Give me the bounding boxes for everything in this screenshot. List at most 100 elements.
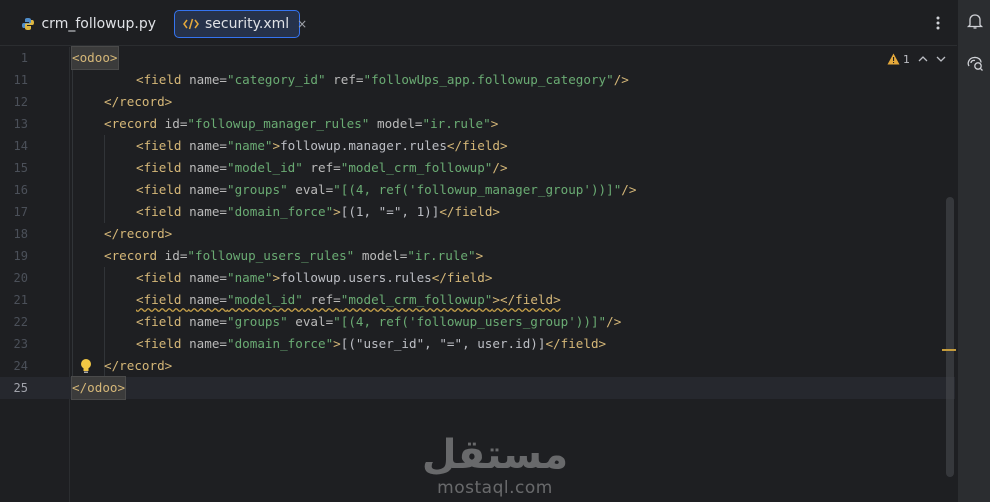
code-text: <odoo> (71, 46, 119, 70)
xml-attr-token: id= (164, 248, 188, 263)
xml-tag-token: > (272, 138, 281, 153)
xml-tag-token: <field (136, 182, 190, 197)
xml-value-token: "model_crm_followup" (340, 160, 493, 175)
code-text: <field name="groups" eval="[(4, ref('fol… (136, 179, 636, 201)
line-number[interactable]: 21 (0, 289, 28, 311)
xml-attr-token: name= (189, 182, 227, 197)
xml-value-token: "ir.rule" (407, 248, 476, 263)
line-number[interactable]: 1 (0, 47, 28, 69)
line-number[interactable]: 15 (0, 157, 28, 179)
code-text: <record id="followup_manager_rules" mode… (104, 113, 498, 135)
code-line[interactable]: 16 <field name="groups" eval="[(4, ref('f… (0, 179, 955, 201)
xml-tag-token: </odoo> (72, 380, 126, 395)
inspection-widget[interactable]: 1 (887, 51, 946, 67)
close-tab-icon[interactable]: × (297, 17, 307, 31)
watermark-latin-text: mostaql.com (437, 478, 553, 498)
code-line[interactable]: 11 <field name="category_id" ref="followU… (0, 69, 955, 91)
code-editor[interactable]: 1 <odoo> 11 <field name="category_id" ref="… (0, 46, 957, 502)
xml-attr-token: ref= (325, 72, 364, 87)
xml-tag-token: </field> (446, 138, 508, 153)
xml-tag-token: <field (136, 336, 190, 351)
xml-value-token: "followup_users_rules" (187, 248, 355, 263)
xml-attr-token: model= (369, 116, 423, 131)
xml-attr-token: name= (189, 138, 227, 153)
code-line[interactable]: 13 <record id="followup_manager_rules" mo… (0, 113, 955, 135)
scrollbar-thumb[interactable] (946, 197, 954, 477)
xml-tag-token: </field> (439, 204, 500, 219)
warning-triangle-icon (887, 53, 900, 65)
code-line[interactable]: 24 </record> (0, 355, 955, 377)
xml-tag-token: /> (606, 314, 622, 329)
code-line[interactable]: 14 <field name="name">followup.manager.ru… (0, 135, 955, 157)
code-text: <field name="model_id" ref="model_crm_fo… (136, 157, 508, 179)
code-text: </record> (104, 223, 172, 245)
line-number[interactable]: 20 (0, 267, 28, 289)
notifications-bell-icon[interactable] (966, 12, 984, 30)
code-line[interactable]: 15 <field name="model_id" ref="model_crm_… (0, 157, 955, 179)
lightbulb-intention-icon[interactable] (80, 358, 92, 374)
line-number[interactable]: 12 (0, 91, 28, 113)
xml-tag-token: > (272, 270, 281, 285)
code-text: <field name="category_id" ref="followUps… (136, 69, 629, 91)
code-text: <field name="model_id" ref="model_crm_fo… (136, 289, 561, 311)
line-number[interactable]: 18 (0, 223, 28, 245)
code-line[interactable]: 12 </record> (0, 91, 955, 113)
xml-tag-token: <record (104, 248, 165, 263)
xml-tag-token: </field> (431, 270, 493, 285)
xml-attr-token: id= (164, 116, 188, 131)
line-number[interactable]: 22 (0, 311, 28, 333)
code-line[interactable]: 20 <field name="name">followup.users.rule… (0, 267, 955, 289)
line-number[interactable]: 25 (0, 377, 28, 399)
xml-attr-token: name= (189, 72, 227, 87)
code-line[interactable]: 1 <odoo> (0, 46, 955, 70)
xml-attr-token: name= (189, 270, 227, 285)
xml-value-token: "groups" (227, 314, 288, 329)
code-text: <field name="name">followup.manager.rule… (136, 135, 508, 157)
code-line[interactable]: 18 </record> (0, 223, 955, 245)
editor-tab-bar: crm_followup.py security.xml × (0, 0, 957, 46)
code-line[interactable]: 19 <record id="followup_users_rules" mode… (0, 245, 955, 267)
code-text: <field name="groups" eval="[(4, ref('fol… (136, 311, 621, 333)
xml-tag-token: <field (136, 204, 190, 219)
line-number[interactable]: 19 (0, 245, 28, 267)
chevron-up-icon[interactable] (918, 53, 928, 66)
code-line[interactable]: 25 </odoo> (0, 376, 955, 400)
tab-security-xml[interactable]: security.xml × (174, 10, 307, 38)
xml-tag-token: > (333, 336, 341, 351)
line-number[interactable]: 17 (0, 201, 28, 223)
line-number[interactable]: 14 (0, 135, 28, 157)
ai-assistant-icon[interactable] (966, 54, 984, 72)
code-line[interactable]: 23 <field name="domain_force">[("user_id"… (0, 333, 955, 355)
xml-tag-token: <field (136, 270, 190, 285)
xml-tag-token: <odoo> (72, 50, 118, 65)
line-number[interactable]: 13 (0, 113, 28, 135)
xml-text-token: [("user_id", "=", user.id)] (340, 336, 546, 351)
xml-value-token: "followup_manager_rules" (187, 116, 370, 131)
xml-value-token: "category_id" (227, 72, 326, 87)
line-number[interactable]: 16 (0, 179, 28, 201)
warning-count[interactable]: 1 (887, 53, 910, 66)
xml-attr-token: model= (354, 248, 408, 263)
code-line[interactable]: 22 <field name="groups" eval="[(4, ref('f… (0, 311, 955, 333)
warning-stripe-marker[interactable] (942, 349, 956, 351)
more-options-icon[interactable] (929, 12, 947, 34)
xml-file-icon (183, 16, 199, 32)
xml-value-token: "groups" (227, 182, 288, 197)
xml-tag-token: </record> (104, 94, 173, 109)
line-number[interactable]: 23 (0, 333, 28, 355)
code-text: <field name="name">followup.users.rules<… (136, 267, 492, 289)
xml-tag-token: </field> (545, 336, 607, 351)
line-number[interactable]: 11 (0, 69, 28, 91)
xml-value-token: "ir.rule" (422, 116, 491, 131)
code-line[interactable]: 21 <field name="model_id" ref="model_crm_… (0, 289, 955, 311)
xml-attr-token: name= (189, 292, 227, 307)
code-line[interactable]: 17 <field name="domain_force">[(1, "=", 1… (0, 201, 955, 223)
python-file-icon (20, 16, 35, 32)
xml-attr-token: eval= (287, 314, 334, 329)
xml-attr-token: ref= (302, 160, 341, 175)
code-text: </odoo> (70, 376, 127, 400)
xml-tag-token: /> (613, 72, 629, 87)
tab-crm-followup-py[interactable]: crm_followup.py (12, 10, 164, 38)
warning-count-label: 1 (903, 52, 910, 66)
line-number[interactable]: 24 (0, 355, 28, 377)
